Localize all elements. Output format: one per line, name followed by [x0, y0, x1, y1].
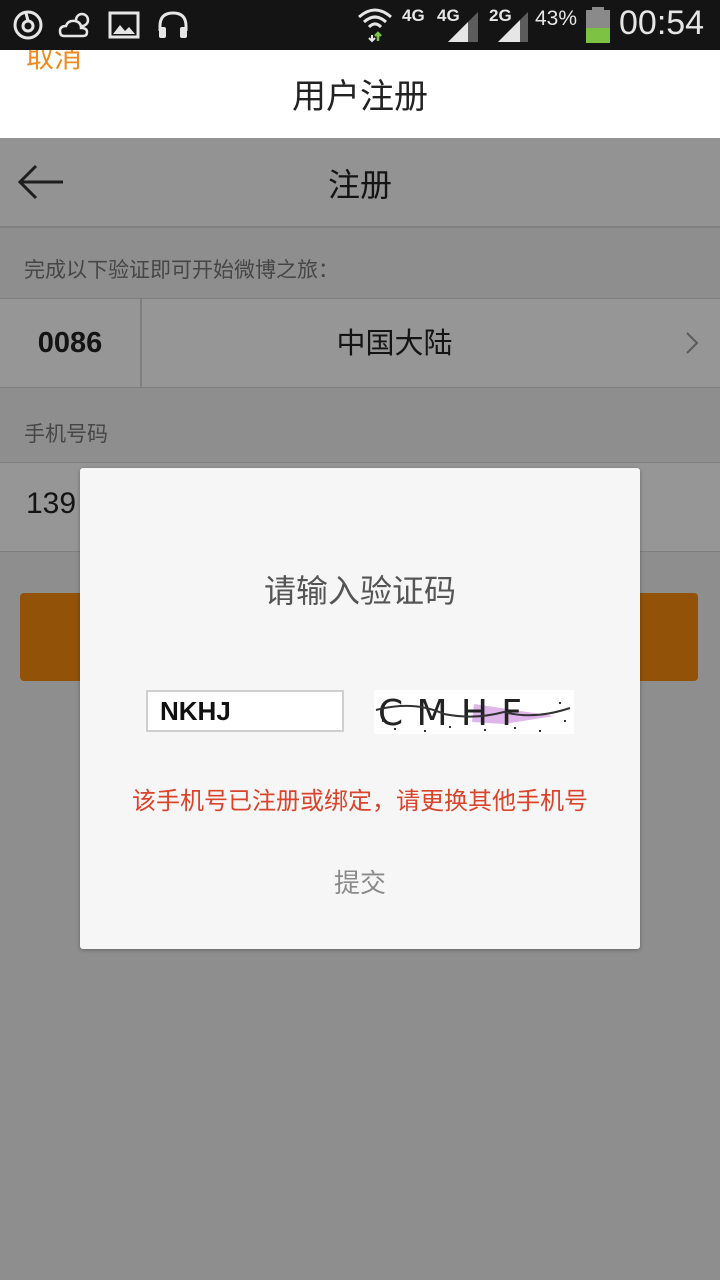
submit-button[interactable]: 提交	[80, 863, 640, 900]
headphones-icon	[158, 11, 188, 38]
netease-music-icon	[13, 10, 43, 40]
network-type-4g: 4G	[402, 6, 425, 25]
captcha-image[interactable]: CMHF	[374, 690, 574, 734]
battery-percent: 43%	[535, 7, 578, 30]
signal-strength-icon	[498, 12, 528, 42]
captcha-input[interactable]	[146, 690, 344, 732]
top-app-bar: 取消 用户注册	[0, 50, 720, 138]
captcha-text: CMHF	[378, 693, 528, 734]
signal-strength-icon	[448, 12, 478, 42]
page-title: 用户注册	[292, 77, 428, 117]
clock-time: 00:54	[619, 4, 705, 42]
status-bar: 4G 4G 2G 43% 00:54	[0, 0, 720, 50]
battery-icon	[586, 7, 610, 43]
weather-cloud-sun-icon	[58, 12, 90, 38]
wifi-icon	[358, 8, 392, 43]
error-message: 该手机号已注册或绑定，请更换其他手机号	[132, 787, 588, 815]
dialog-title: 请输入验证码	[263, 572, 456, 610]
gallery-image-icon	[108, 11, 140, 39]
captcha-dialog: 请输入验证码 CMHF 该手机号已注册或绑定，请更换其他手机号 提交	[80, 468, 640, 949]
